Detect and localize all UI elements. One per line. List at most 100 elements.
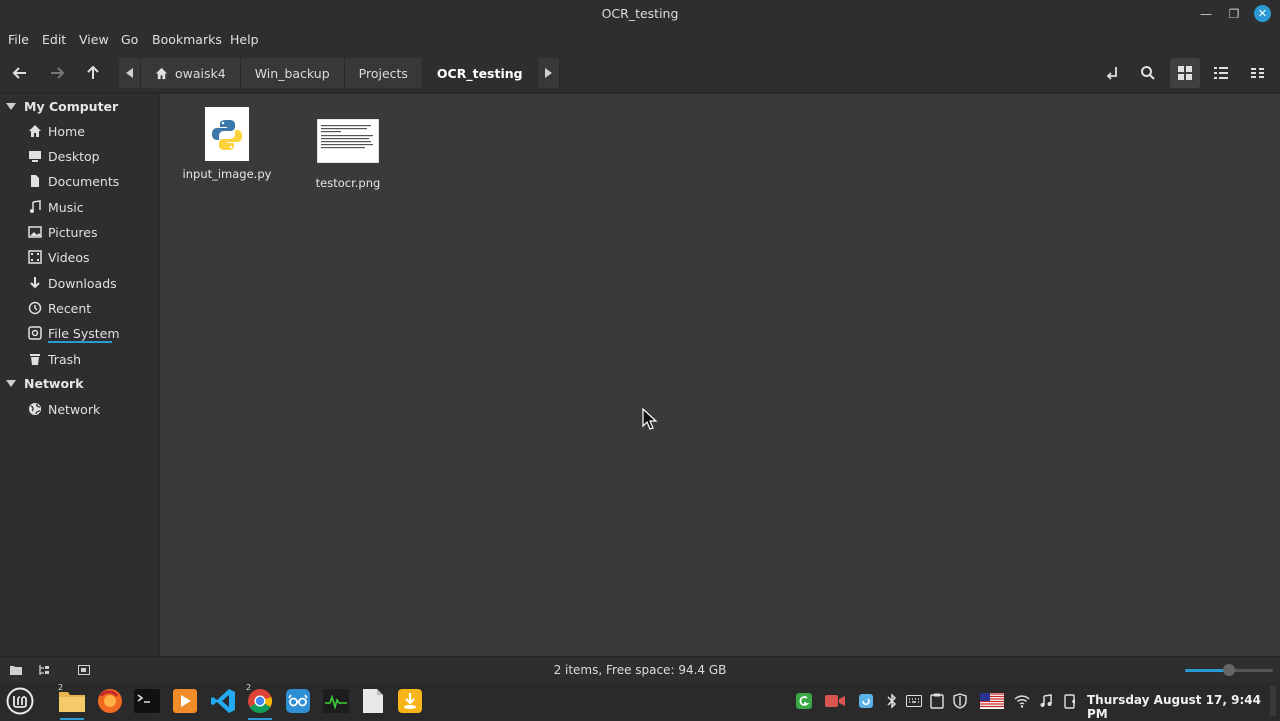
menu-view[interactable]: View (79, 32, 109, 47)
taskbar-system-monitor[interactable] (320, 685, 352, 717)
music-note-icon (1040, 694, 1052, 707)
sidebar-item-file-system[interactable]: File System (28, 323, 120, 343)
taskbar-reader[interactable] (282, 685, 314, 717)
show-desktop-button[interactable] (1270, 686, 1276, 716)
taskbar-vscode[interactable] (207, 685, 239, 717)
list-icon (1214, 67, 1228, 79)
sidebar-item-pictures[interactable]: Pictures (28, 222, 98, 242)
menu-edit[interactable]: Edit (42, 32, 66, 47)
breadcrumb-scroll-left[interactable] (119, 58, 141, 88)
document-icon (31, 175, 39, 187)
arrow-right-icon (51, 67, 65, 79)
zoom-slider-handle[interactable] (1223, 664, 1235, 676)
clock[interactable]: Thursday August 17, 9:44 PM (1087, 693, 1280, 721)
breadcrumb-projects[interactable]: Projects (344, 58, 423, 88)
status-text: 2 items, Free space: 94.4 GB (553, 663, 727, 677)
taskbar: 2 2 Thursday August 17, 9:44 PM (0, 682, 1280, 721)
taskbar-chrome[interactable]: 2 (244, 683, 276, 720)
forward-button[interactable] (43, 53, 71, 93)
icon-view-button[interactable] (1170, 58, 1200, 88)
tray-screen-recorder[interactable] (825, 692, 845, 710)
file-name: input_image.py (182, 167, 272, 181)
sidebar-section-network[interactable]: Network (6, 376, 84, 391)
zoom-slider[interactable] (1185, 664, 1273, 676)
sidebar: My Computer Home Desktop Documents Music… (0, 94, 159, 656)
sidebar-item-label: Documents (48, 173, 120, 189)
wifi-icon (1014, 695, 1030, 708)
menu-help[interactable]: Help (230, 32, 259, 47)
recent-icon (28, 301, 42, 315)
start-menu-button[interactable] (4, 685, 36, 717)
tray-keyboard-layout[interactable] (979, 692, 1005, 710)
arrow-up-icon (87, 65, 99, 79)
compact-view-button[interactable] (1243, 58, 1273, 88)
sidebar-section-my-computer[interactable]: My Computer (6, 99, 118, 114)
sidebar-item-network[interactable]: Network (28, 399, 100, 419)
tray-wifi[interactable] (1012, 692, 1032, 710)
sidebar-item-label: Videos (48, 249, 90, 265)
toggle-location-button[interactable] (1097, 58, 1127, 88)
taskbar-software-manager[interactable] (394, 685, 426, 717)
breadcrumb-ocr-testing[interactable]: OCR_testing (422, 58, 538, 88)
tray-sound[interactable] (1036, 692, 1056, 710)
sidebar-item-home[interactable]: Home (28, 121, 85, 141)
up-button[interactable] (79, 53, 107, 93)
menu-file[interactable]: File (8, 32, 29, 47)
sidebar-item-label: Network (48, 401, 101, 417)
vscode-icon (211, 689, 235, 713)
file-item-input-image-py[interactable]: input_image.py (177, 107, 277, 181)
sidebar-item-label: File System (48, 325, 120, 341)
taskbar-firefox[interactable] (94, 685, 126, 717)
taskbar-vlc[interactable] (169, 685, 201, 717)
folder-icon (59, 692, 85, 712)
minimize-icon[interactable]: — (1196, 4, 1216, 24)
trash-icon (30, 354, 40, 365)
tray-power[interactable] (1060, 692, 1080, 710)
media-player-icon (173, 689, 197, 713)
grid-icon (1178, 66, 1192, 80)
menu-go[interactable]: Go (121, 32, 138, 47)
close-icon[interactable]: ✕ (1254, 5, 1271, 22)
breadcrumb-win-backup[interactable]: Win_backup (240, 58, 345, 88)
home-icon (29, 125, 41, 137)
sidebar-item-downloads[interactable]: Downloads (28, 273, 117, 293)
search-button[interactable] (1133, 58, 1163, 88)
sidebar-item-label: Pictures (48, 224, 98, 240)
back-button[interactable] (6, 53, 34, 93)
videos-icon (28, 250, 42, 264)
shield-icon (953, 693, 967, 709)
file-item-testocr-png[interactable]: testocr.png (298, 119, 398, 190)
maximize-icon[interactable]: ❐ (1224, 4, 1244, 24)
taskbar-files[interactable]: 2 (56, 683, 88, 720)
sidebar-item-videos[interactable]: Videos (28, 247, 90, 267)
sidebar-item-documents[interactable]: Documents (28, 171, 119, 191)
breadcrumb-scroll-right[interactable] (537, 58, 560, 88)
expander-icon (6, 103, 16, 110)
tray-clipboard-manager[interactable] (927, 692, 947, 710)
sidebar-item-music[interactable]: Music (28, 197, 84, 217)
package-icon (398, 689, 422, 713)
breadcrumb: owaisk4 Win_backup Projects OCR_testing (119, 58, 560, 88)
tray-clipboard[interactable] (856, 692, 876, 710)
sidebar-item-recent[interactable]: Recent (28, 298, 91, 318)
sidebar-item-label: Recent (48, 300, 92, 316)
taskbar-text-editor[interactable] (357, 685, 389, 717)
tray-keyboard[interactable] (904, 692, 924, 710)
pictures-icon (28, 226, 42, 238)
breadcrumb-home[interactable]: owaisk4 (141, 58, 241, 88)
file-view[interactable]: input_image.py testocr.png (160, 94, 1280, 656)
clipboard-icon (859, 694, 873, 708)
usage-bar (48, 341, 112, 343)
list-view-button[interactable] (1206, 58, 1236, 88)
tray-update-manager[interactable] (950, 692, 970, 710)
tray-grammarly[interactable] (794, 692, 814, 710)
tray-bluetooth[interactable] (882, 692, 902, 710)
menu-bar: File Edit View Go Bookmarks Help (0, 27, 1280, 53)
taskbar-terminal[interactable] (131, 685, 163, 717)
sidebar-item-trash[interactable]: Trash (28, 349, 81, 369)
home-icon (155, 67, 168, 79)
toolbar: owaisk4 Win_backup Projects OCR_testing (0, 53, 1280, 93)
sidebar-item-desktop[interactable]: Desktop (28, 146, 100, 166)
sidebar-heading: My Computer (24, 99, 119, 114)
menu-bookmarks[interactable]: Bookmarks (152, 32, 222, 47)
